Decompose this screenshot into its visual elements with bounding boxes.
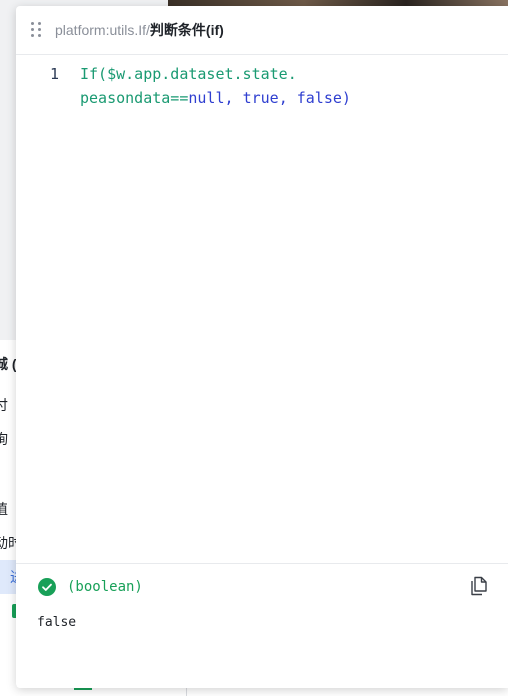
background-row: 值 [0,501,8,517]
result-type-label: (boolean) [67,579,143,595]
code-text[interactable]: If($w.app.dataset.state. peasondata==nul… [80,62,380,110]
background-row: 询 [0,431,8,447]
breadcrumb-current: 判断条件(if) [149,22,224,38]
copy-icon[interactable] [470,576,488,596]
background-row: 付 [0,397,8,413]
background-row [0,594,16,628]
result-value: false [37,615,77,630]
result-type-row: (boolean) [38,577,143,597]
breadcrumb: platform:utils.If/判断条件(if) [55,20,224,40]
background-row-selected: 进 [0,560,16,594]
breadcrumb-path: platform:utils.If [55,22,147,38]
code-line-1: If($w.app.dataset.state. [80,65,297,83]
code-editor[interactable]: 1 If($w.app.dataset.state. peasondata==n… [16,55,508,563]
background-side-panel: 城 ( 付 询 值 动时 进 [0,340,16,696]
code-line-2: peasondata==null, true, false) [80,89,351,107]
check-circle-icon [38,578,56,596]
background-row: 城 ( [0,356,16,372]
line-number: 1 [50,65,60,83]
result-panel: (boolean) false [16,563,508,688]
background-row: 动时 [0,535,16,551]
popover-header: platform:utils.If/判断条件(if) [16,6,508,55]
drag-handle-icon[interactable] [31,22,41,38]
expression-popover: platform:utils.If/判断条件(if) 1 If($w.app.d… [16,6,508,688]
